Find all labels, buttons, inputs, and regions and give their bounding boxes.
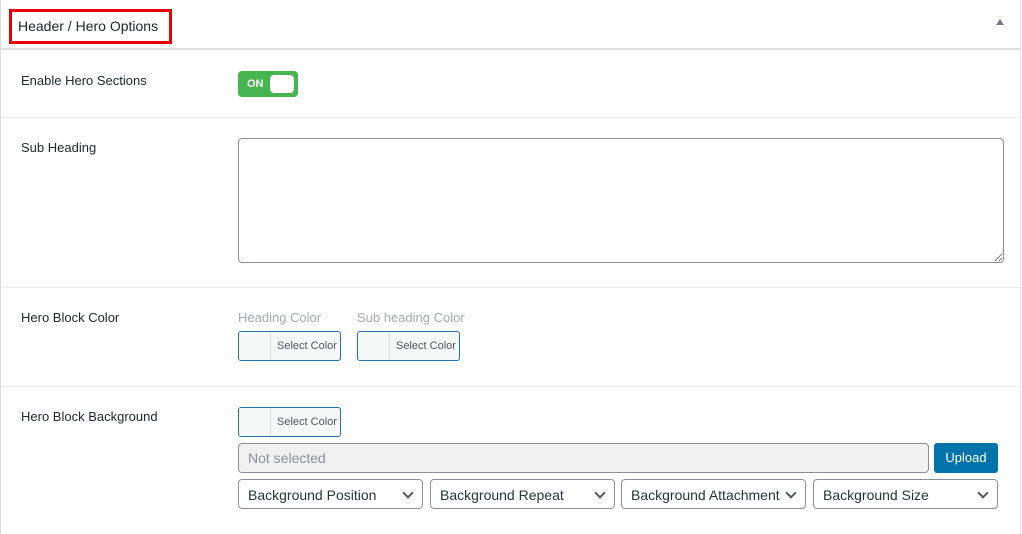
- heading-color-button[interactable]: Select Color: [238, 331, 341, 361]
- background-image-field[interactable]: Not selected: [238, 443, 929, 473]
- color-swatch: [239, 408, 271, 436]
- sub-heading-color-label: Sub heading Color: [357, 310, 465, 325]
- panel-title: Header / Hero Options: [9, 9, 172, 44]
- select-color-text: Select Color: [396, 340, 456, 352]
- chevron-down-icon: [977, 487, 989, 499]
- color-swatch: [358, 332, 390, 360]
- sub-heading-color-button[interactable]: Select Color: [357, 331, 460, 361]
- hero-block-color-label: Hero Block Color: [21, 310, 120, 325]
- chevron-down-icon: [402, 487, 414, 499]
- chevron-down-icon: [785, 487, 797, 499]
- enable-hero-switch[interactable]: ON: [238, 71, 298, 97]
- panel-header[interactable]: Header / Hero Options: [1, 0, 1020, 50]
- background-attachment-select[interactable]: Background Attachment: [621, 479, 806, 509]
- select-value: Background Repeat: [440, 487, 564, 503]
- hero-block-background-label: Hero Block Background: [21, 409, 158, 424]
- select-value: Background Position: [248, 487, 377, 503]
- hero-options-panel: Header / Hero Options Enable Hero Sectio…: [0, 0, 1021, 534]
- color-swatch: [239, 332, 271, 360]
- background-position-select[interactable]: Background Position: [238, 479, 423, 509]
- heading-color-label: Heading Color: [238, 310, 322, 325]
- select-value: Background Attachment: [631, 487, 780, 503]
- row-enable-hero: Enable Hero Sections: [1, 50, 1020, 118]
- sub-heading-textarea[interactable]: [238, 138, 1004, 263]
- background-color-button[interactable]: Select Color: [238, 407, 341, 437]
- collapse-arrow-up-icon[interactable]: [996, 19, 1004, 25]
- background-size-select[interactable]: Background Size: [813, 479, 998, 509]
- enable-hero-label: Enable Hero Sections: [21, 73, 147, 88]
- upload-button[interactable]: Upload: [934, 443, 998, 473]
- select-color-text: Select Color: [277, 416, 337, 428]
- select-value: Background Size: [823, 487, 929, 503]
- select-color-text: Select Color: [277, 340, 337, 352]
- row-hero-block-color: Hero Block Color: [1, 288, 1020, 387]
- switch-on-text: ON: [247, 78, 264, 90]
- sub-heading-label: Sub Heading: [21, 140, 97, 155]
- background-repeat-select[interactable]: Background Repeat: [430, 479, 615, 509]
- switch-knob: [270, 75, 294, 93]
- chevron-down-icon: [594, 487, 606, 499]
